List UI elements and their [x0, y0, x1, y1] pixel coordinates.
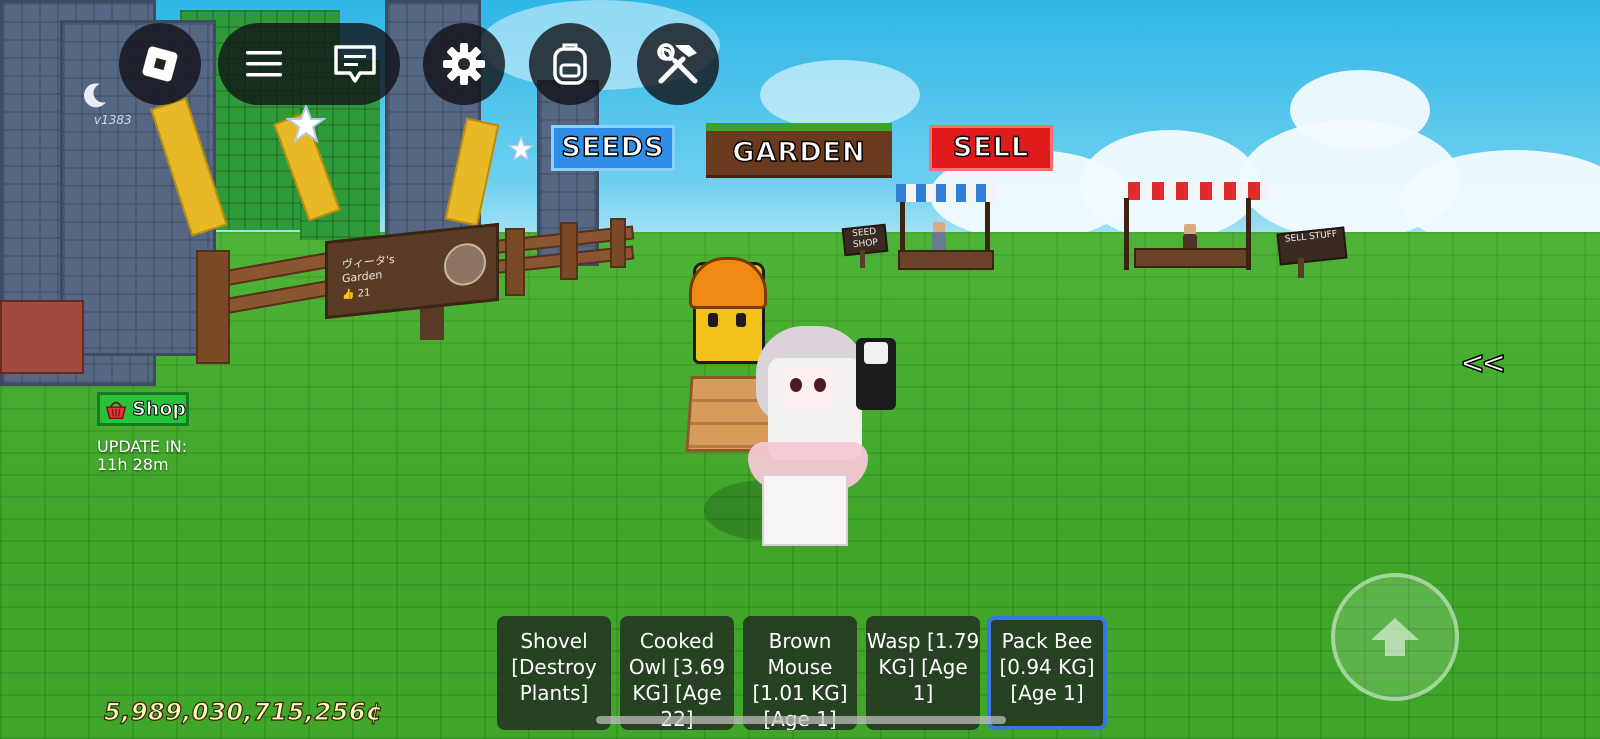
update-title: UPDATE IN: [97, 437, 188, 456]
version-label: v1383 [94, 113, 132, 127]
fence-post [610, 218, 626, 268]
hotbar-slot-cooked-owl[interactable]: Cooked Owl [3.69 KG] [Age 22] [620, 616, 734, 730]
chat-button[interactable] [320, 29, 390, 99]
fence-post [196, 250, 230, 364]
arrow-up-icon [1371, 618, 1419, 656]
hotbar-slot-label: Brown Mouse [1.01 KG] [Age 1] [752, 629, 848, 730]
star-icon [286, 104, 326, 144]
fence-post [560, 222, 578, 280]
star-icon [508, 136, 534, 162]
fence-post [505, 228, 525, 296]
other-player-head [864, 342, 888, 364]
seed-vendor-head [933, 222, 945, 232]
hotbar-slot-wasp[interactable]: Wasp [1.79 KG] [Age 1] [866, 616, 980, 730]
sell-area-sign: SELL [929, 125, 1053, 171]
hotbar-slot-label: Cooked Owl [3.69 KG] [Age 22] [628, 629, 726, 730]
seed-shop-sign: SEED SHOP [841, 223, 889, 257]
hammer-wrench-icon [657, 43, 698, 84]
hotbar-slot-shovel[interactable]: Shovel [Destroy Plants] [497, 616, 611, 730]
shop-update-timer: UPDATE IN: 11h 28m [97, 438, 187, 474]
hotbar-slot-label: Shovel [Destroy Plants] [511, 629, 597, 705]
chat-icon [333, 45, 376, 83]
currency-display: 5,989,030,715,256¢ [103, 697, 384, 726]
red-planter [0, 300, 84, 374]
menu-button[interactable] [229, 29, 299, 99]
player-legs [762, 474, 848, 546]
backpack-button[interactable] [529, 23, 611, 105]
shop-label: Shop [132, 398, 187, 421]
collapse-panel-button[interactable]: << [1459, 345, 1507, 382]
update-time: 11h 28m [97, 455, 169, 474]
sign-post [1298, 258, 1304, 278]
hotbar-scrollbar[interactable] [596, 716, 1006, 724]
roblox-logo-button[interactable] [119, 23, 201, 105]
basket-icon [105, 401, 127, 419]
owner-avatar [444, 241, 486, 288]
sell-stall-counter [1134, 248, 1248, 268]
seeds-area-sign: SEEDS [551, 125, 675, 171]
gear-icon [443, 43, 485, 85]
menu-icon [245, 51, 282, 77]
hotbar-slot-pack-bee[interactable]: Pack Bee [0.94 KG] [Age 1] [987, 616, 1107, 730]
jump-button[interactable] [1331, 573, 1459, 701]
backpack-icon [553, 43, 587, 85]
cloud [1290, 70, 1430, 150]
settings-button[interactable] [423, 23, 505, 105]
seed-stall-awning [896, 184, 996, 202]
hotbar-slot-label: Pack Bee [0.94 KG] [Age 1] [999, 629, 1095, 705]
menu-chat-group [218, 23, 400, 105]
tools-button[interactable] [637, 23, 719, 105]
cloud [760, 60, 920, 130]
garden-area-sign: GARDEN [706, 123, 892, 178]
hotbar-slot-brown-mouse[interactable]: Brown Mouse [1.01 KG] [Age 1] [743, 616, 857, 730]
roblox-logo-icon [142, 46, 178, 82]
hotbar-slot-label: Wasp [1.79 KG] [Age 1] [866, 629, 980, 705]
sell-vendor-head [1184, 224, 1196, 234]
seed-stall-counter [898, 250, 994, 270]
stall-post [1124, 198, 1129, 270]
moon-icon [84, 83, 106, 108]
player-face [782, 368, 834, 410]
sign-post [860, 250, 865, 268]
garden-likes: 👍 21 [342, 287, 371, 302]
garden-owner-name: ヴィータ's Garden [342, 252, 395, 286]
shop-button[interactable]: Shop [97, 392, 189, 426]
